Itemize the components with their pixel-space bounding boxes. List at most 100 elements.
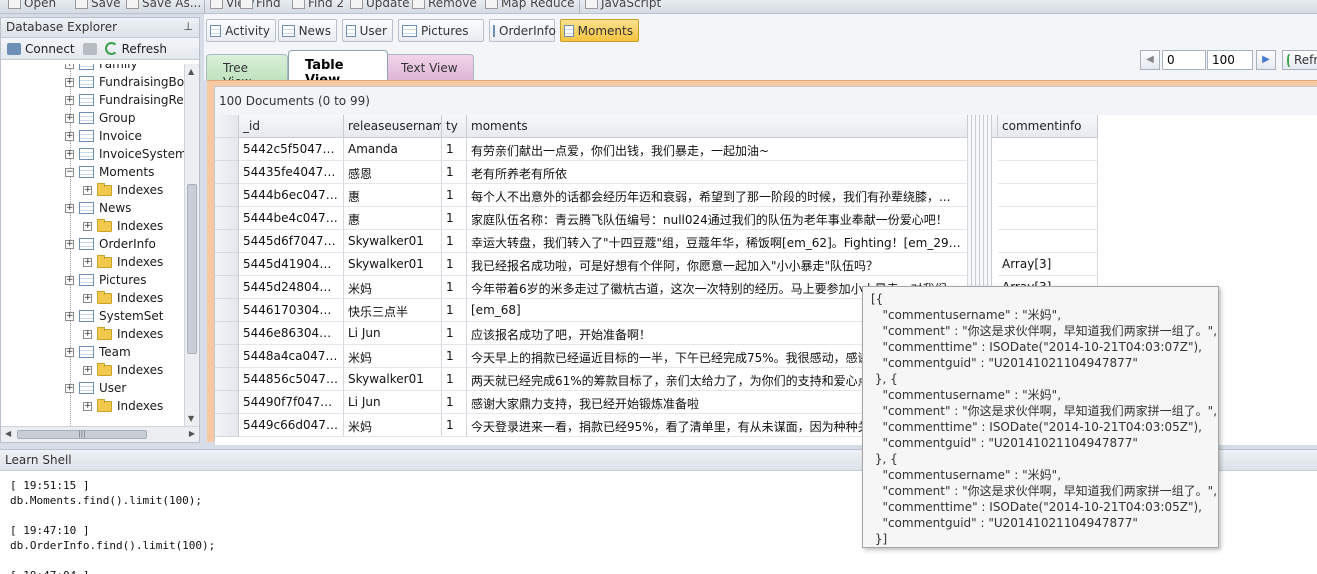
expand-icon[interactable]: + xyxy=(83,401,92,411)
table-cell[interactable]: 感恩 xyxy=(344,161,442,184)
table-cell[interactable]: 5445d248047ef... xyxy=(239,276,344,299)
column-header[interactable]: releaseusername xyxy=(344,115,442,138)
scroll-right-icon[interactable]: ▶ xyxy=(189,429,195,438)
expand-icon[interactable]: + xyxy=(83,185,92,195)
expand-icon[interactable]: + xyxy=(83,329,92,339)
table-cell[interactable]: 家庭队伍名称：青云腾飞队伍编号：null024通过我们的队伍为老年事业奉献一份爱… xyxy=(467,207,968,230)
collection-tab-moments[interactable]: Moments xyxy=(560,19,639,42)
tree-item-collection[interactable]: + Invoice xyxy=(65,127,142,145)
tree-horizontal-scrollbar[interactable]: ◀ ||| ▶ xyxy=(1,426,199,442)
table-cell[interactable]: Li Jun xyxy=(344,391,442,414)
row-selector[interactable] xyxy=(215,276,239,299)
connect-button[interactable]: Connect xyxy=(7,42,75,56)
tree-item-indexes[interactable]: + Indexes xyxy=(83,217,163,235)
tree-item-indexes[interactable]: + Indexes xyxy=(83,361,163,379)
table-cell[interactable]: 54461703047ef... xyxy=(239,299,344,322)
table-cell[interactable]: 惠 xyxy=(344,184,442,207)
tree-vertical-scrollbar[interactable]: ▲ ▼ xyxy=(184,64,199,426)
expand-icon[interactable]: + xyxy=(83,365,92,375)
column-header[interactable]: _id xyxy=(239,115,344,138)
refresh-tree-button[interactable]: Refresh xyxy=(104,42,167,56)
row-selector[interactable] xyxy=(215,391,239,414)
expand-icon[interactable]: + xyxy=(65,239,74,249)
tree-item-collection[interactable]: + Group xyxy=(65,109,136,127)
tab-tree-view[interactable]: Tree View xyxy=(206,54,288,89)
tab-table-view[interactable]: Table View xyxy=(288,50,388,88)
scroll-up-icon[interactable]: ▲ xyxy=(188,67,194,76)
expand-icon[interactable]: + xyxy=(65,95,74,105)
table-cell[interactable]: 1 xyxy=(442,391,467,414)
toolbar-item-8[interactable]: Map Reduce xyxy=(485,0,575,11)
expand-icon[interactable]: + xyxy=(65,64,74,69)
pin-icon[interactable]: ⊥ xyxy=(183,20,193,33)
table-cell[interactable]: 我已经报名成功啦，可是好想有个伴阿，你愿意一起加入"小小暴走"队伍吗？ xyxy=(467,253,968,276)
expand-icon[interactable]: + xyxy=(83,221,92,231)
tree-item-indexes[interactable]: + Indexes xyxy=(83,181,163,199)
table-cell[interactable]: 5442c5f5047ef... xyxy=(239,138,344,161)
table-cell[interactable]: 5445d6f7047ef... xyxy=(239,230,344,253)
table-cell[interactable]: Skywalker01 xyxy=(344,230,442,253)
toolbar-item-9[interactable]: JavaScript xyxy=(585,0,661,11)
tree-item-collection[interactable]: + Team xyxy=(65,343,131,361)
table-cell[interactable]: 5448a4ca047e1... xyxy=(239,345,344,368)
table-cell[interactable]: 5449c66d047e1... xyxy=(239,414,344,437)
expand-icon[interactable]: + xyxy=(65,383,74,393)
table-cell[interactable]: 5445d419047ef... xyxy=(239,253,344,276)
tree-item-collection[interactable]: + Family xyxy=(65,64,138,73)
tree-item-collection[interactable]: + User xyxy=(65,379,126,397)
expand-icon[interactable]: + xyxy=(65,149,74,159)
table-cell[interactable]: Amanda xyxy=(344,138,442,161)
table-cell[interactable]: 1 xyxy=(442,138,467,161)
table-cell[interactable] xyxy=(998,207,1098,230)
toolbar-item-5[interactable]: Find 2 xyxy=(292,0,344,11)
table-cell[interactable]: 1 xyxy=(442,161,467,184)
collection-tab-news[interactable]: News xyxy=(278,19,337,42)
row-selector[interactable] xyxy=(215,345,239,368)
expand-icon[interactable]: + xyxy=(65,275,74,285)
row-selector[interactable] xyxy=(215,368,239,391)
expand-icon[interactable]: + xyxy=(65,347,74,357)
tree-item-collection[interactable]: + OrderInfo xyxy=(65,235,156,253)
previous-page-button[interactable]: ◀ xyxy=(1140,50,1160,70)
table-cell[interactable]: Skywalker01 xyxy=(344,253,442,276)
tree-item-collection[interactable]: − Moments xyxy=(65,163,154,181)
refresh-results-button[interactable]: Refresh xyxy=(1282,50,1317,70)
table-cell[interactable]: 老有所养老有所依 xyxy=(467,161,968,184)
toolbar-item-0[interactable]: Open xyxy=(8,0,56,11)
tree-scroll-thumb[interactable] xyxy=(187,184,197,354)
tree-item-indexes[interactable]: + Indexes xyxy=(83,325,163,343)
tree-item-collection[interactable]: + FundraisingRec xyxy=(65,91,185,109)
row-selector[interactable] xyxy=(215,253,239,276)
column-header[interactable]: ty xyxy=(442,115,467,138)
column-header[interactable]: commentinfo xyxy=(998,115,1098,138)
toolbar-item-4[interactable]: Find xyxy=(240,0,281,11)
table-cell[interactable]: 5444be4c047ef... xyxy=(239,207,344,230)
row-selector[interactable] xyxy=(215,414,239,437)
toolbar-item-7[interactable]: Remove xyxy=(412,0,477,11)
table-cell[interactable] xyxy=(998,138,1098,161)
tree-item-collection[interactable]: + FundraisingBox xyxy=(65,73,185,91)
row-selector[interactable] xyxy=(215,161,239,184)
table-cell[interactable]: Li Jun xyxy=(344,322,442,345)
table-cell[interactable]: 米妈 xyxy=(344,414,442,437)
table-cell[interactable]: 1 xyxy=(442,207,467,230)
table-cell[interactable]: 惠 xyxy=(344,207,442,230)
collection-tab-pictures[interactable]: Pictures xyxy=(398,19,484,42)
expand-icon[interactable]: + xyxy=(65,203,74,213)
table-cell[interactable]: 54490f7f047e1... xyxy=(239,391,344,414)
table-cell[interactable]: 每个人不出意外的话都会经历年迈和衰弱，希望到了那一阶段的时候，我们有孙辈绕膝，.… xyxy=(467,184,968,207)
limit-input[interactable] xyxy=(1207,50,1253,70)
tab-text-view[interactable]: Text View xyxy=(384,54,474,80)
expand-icon[interactable]: + xyxy=(65,131,74,141)
collection-tab-activity[interactable]: Activity xyxy=(206,19,276,42)
expand-icon[interactable]: + xyxy=(83,293,92,303)
toolbar-item-2[interactable]: Save As... xyxy=(126,0,201,11)
expand-icon[interactable]: − xyxy=(65,167,74,177)
tree-hscroll-thumb[interactable]: ||| xyxy=(17,430,147,439)
skip-input[interactable] xyxy=(1162,50,1206,70)
expand-icon[interactable]: + xyxy=(65,77,74,87)
table-cell[interactable]: 快乐三点半 xyxy=(344,299,442,322)
table-cell[interactable]: 幸运大转盘，我们转入了"十四豆蔻"组，豆蔻年华，稀饭啊[em_62]。Fight… xyxy=(467,230,968,253)
row-selector[interactable] xyxy=(215,322,239,345)
tree-item-indexes[interactable]: + Indexes xyxy=(83,289,163,307)
